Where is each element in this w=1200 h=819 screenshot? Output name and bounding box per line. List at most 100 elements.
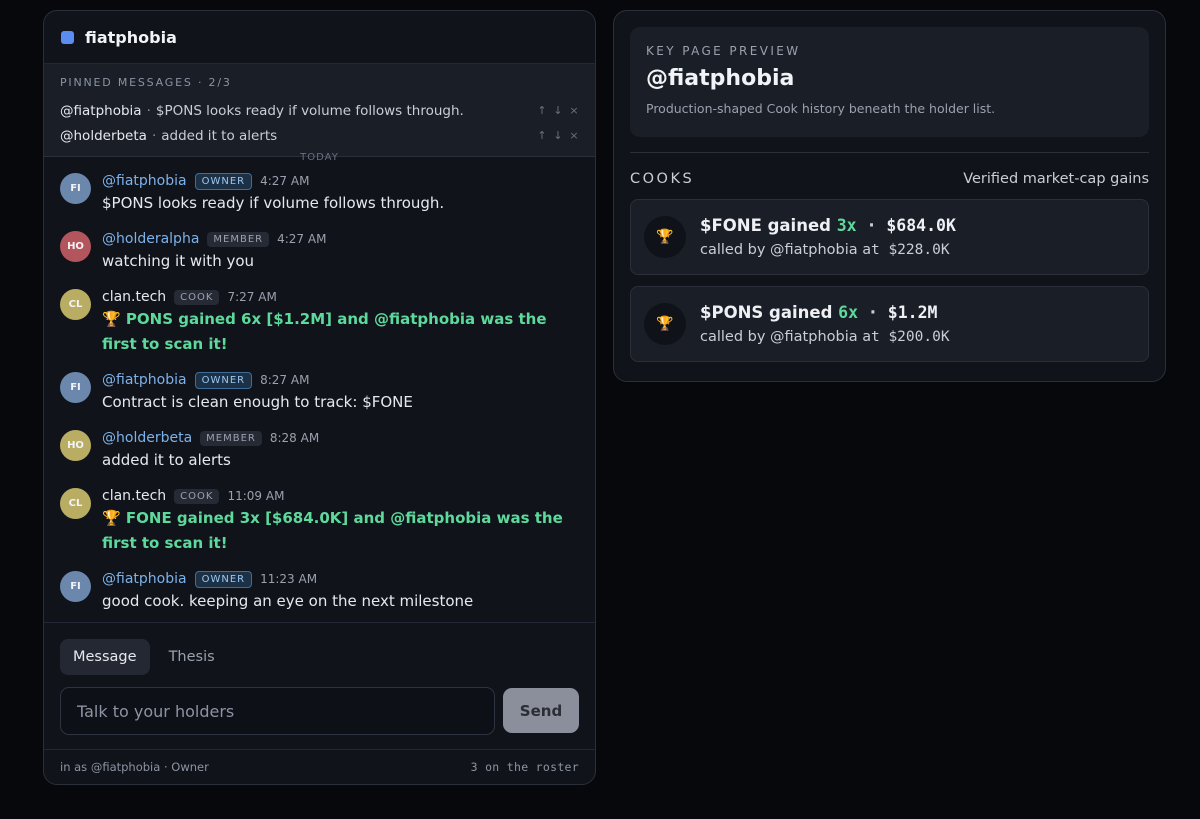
message-body: clan.tech COOK 7:27 AM 🏆 PONS gained 6x [$1… bbox=[102, 287, 579, 357]
message-meta: @holderalpha MEMBER 4:27 AM bbox=[102, 229, 579, 249]
role-badge: COOK bbox=[174, 289, 220, 305]
message-text: 🏆 FONE gained 3x [$684.0K] and @fiatphob… bbox=[102, 509, 563, 552]
role-badge: MEMBER bbox=[200, 430, 262, 446]
role-badge: COOK bbox=[174, 488, 220, 504]
channel-name: fiatphobia bbox=[85, 27, 177, 47]
message-item: FI @fiatphobia OWNER 4:27 AM $PONS looks rea… bbox=[60, 171, 579, 216]
message-meta: clan.tech COOK 11:09 AM bbox=[102, 486, 579, 506]
message-body: @fiatphobia OWNER 11:23 AM good cook. keepi… bbox=[102, 569, 579, 614]
message-item: FI @fiatphobia OWNER 8:27 AM Contract is cle… bbox=[60, 370, 579, 415]
cook-card[interactable]: 🏆 $PONS gained 6x · $1.2M called by @fia… bbox=[630, 286, 1149, 362]
cook-multiple: 6x bbox=[838, 303, 859, 322]
cook-called-by: called by @fiatphobia bbox=[700, 242, 858, 258]
cook-details: $FONE gained 3x · $684.0K called by @fia… bbox=[700, 216, 956, 258]
close-icon[interactable]: × bbox=[569, 129, 579, 142]
divider bbox=[630, 152, 1149, 153]
day-divider: TODAY bbox=[300, 152, 339, 163]
cook-caller: called by @fiatphobia at $200.0K bbox=[700, 329, 950, 345]
message-item: HO @holderbeta MEMBER 8:28 AM added it to al… bbox=[60, 428, 579, 473]
message-meta: clan.tech COOK 7:27 AM bbox=[102, 287, 579, 307]
cook-headline: $FONE gained 3x · $684.0K bbox=[700, 216, 956, 235]
preview-hero: KEY PAGE PREVIEW @fiatphobia Production-… bbox=[630, 27, 1149, 137]
cook-call-price: at $200.0K bbox=[862, 329, 950, 345]
message-author[interactable]: @holderbeta bbox=[102, 430, 192, 446]
cook-details: $PONS gained 6x · $1.2M called by @fiatp… bbox=[700, 303, 950, 345]
message-meta: @fiatphobia OWNER 11:23 AM bbox=[102, 569, 579, 589]
pinned-text: $PONS looks ready if volume follows thro… bbox=[155, 102, 464, 119]
pinned-controls: ↑ ↓ × bbox=[537, 104, 579, 117]
message-item: HO @holderalpha MEMBER 4:27 AM watching it w… bbox=[60, 229, 579, 274]
avatar[interactable]: FI bbox=[60, 372, 91, 403]
avatar[interactable]: HO bbox=[60, 430, 91, 461]
channel-color-icon bbox=[61, 30, 74, 44]
message-text: 🏆 PONS gained 6x [$1.2M] and @fiatphobia… bbox=[102, 310, 547, 353]
cooks-title: COOKS bbox=[630, 171, 695, 187]
role-badge: OWNER bbox=[194, 570, 253, 588]
trophy-icon: 🏆 bbox=[644, 303, 686, 345]
message-author[interactable]: @holderalpha bbox=[102, 231, 199, 247]
pinned-item[interactable]: @fiatphobia · $PONS looks ready if volum… bbox=[60, 98, 579, 123]
message-time: 7:27 AM bbox=[227, 290, 277, 304]
cook-call-price: at $228.0K bbox=[862, 242, 950, 258]
move-up-icon[interactable]: ↑ bbox=[537, 129, 547, 142]
message-author[interactable]: @fiatphobia bbox=[102, 173, 187, 189]
move-down-icon[interactable]: ↓ bbox=[553, 129, 563, 142]
message-author[interactable]: @fiatphobia bbox=[102, 571, 187, 587]
cook-called-by: called by @fiatphobia bbox=[700, 329, 858, 345]
message-body: clan.tech COOK 11:09 AM 🏆 FONE gained 3x [$… bbox=[102, 486, 579, 556]
preview-subtitle: Production-shaped Cook history beneath t… bbox=[646, 101, 996, 116]
avatar[interactable]: FI bbox=[60, 571, 91, 602]
cook-separator: · bbox=[868, 216, 875, 235]
pinned-separator: · bbox=[151, 127, 157, 144]
message-body: @holderbeta MEMBER 8:28 AM added it to aler… bbox=[102, 428, 579, 473]
avatar[interactable]: FI bbox=[60, 173, 91, 204]
message-input[interactable]: Talk to your holders bbox=[60, 687, 495, 735]
pinned-author: @fiatphobia bbox=[60, 102, 142, 119]
move-up-icon[interactable]: ↑ bbox=[537, 104, 547, 117]
avatar[interactable]: HO bbox=[60, 231, 91, 262]
preview-title: @fiatphobia bbox=[646, 66, 795, 91]
close-icon[interactable]: × bbox=[569, 104, 579, 117]
cooks-header: COOKS Verified market-cap gains bbox=[630, 171, 1149, 187]
message-list[interactable]: FI @fiatphobia OWNER 4:27 AM $PONS looks rea… bbox=[44, 157, 595, 622]
message-time: 8:28 AM bbox=[269, 431, 320, 445]
preview-kicker: KEY PAGE PREVIEW bbox=[646, 44, 801, 58]
message-body: @fiatphobia OWNER 8:27 AM Contract is clean… bbox=[102, 370, 579, 415]
message-author[interactable]: @fiatphobia bbox=[102, 372, 187, 388]
message-body: @fiatphobia OWNER 4:27 AM $PONS looks ready… bbox=[102, 171, 579, 216]
message-author[interactable]: clan.tech bbox=[102, 488, 166, 504]
chat-panel: fiatphobia PINNED MESSAGES · 2/3 @fiatph… bbox=[43, 10, 596, 785]
tab-thesis[interactable]: Thesis bbox=[156, 639, 228, 675]
trophy-icon: 🏆 bbox=[644, 216, 686, 258]
avatar[interactable]: CL bbox=[60, 488, 91, 519]
pinned-item[interactable]: @holderbeta · added it to alerts ↑ ↓ × bbox=[60, 123, 579, 148]
move-down-icon[interactable]: ↓ bbox=[553, 104, 563, 117]
message-text: Contract is clean enough to track: $FONE bbox=[102, 393, 413, 411]
pinned-messages: PINNED MESSAGES · 2/3 @fiatphobia · $PON… bbox=[44, 64, 595, 163]
cook-token: $FONE gained bbox=[700, 216, 831, 235]
cook-caller: called by @fiatphobia at $228.0K bbox=[700, 242, 956, 258]
pinned-title: PINNED MESSAGES · 2/3 bbox=[60, 76, 232, 89]
pinned-separator: · bbox=[146, 102, 151, 119]
composer-input-row: Talk to your holders Send bbox=[44, 675, 595, 735]
message-time: 8:27 AM bbox=[260, 373, 310, 387]
cook-mcap: $684.0K bbox=[886, 216, 956, 235]
role-badge: MEMBER bbox=[207, 231, 270, 247]
tab-message[interactable]: Message bbox=[60, 639, 150, 675]
role-badge: OWNER bbox=[194, 371, 253, 389]
cook-headline: $PONS gained 6x · $1.2M bbox=[700, 303, 950, 322]
composer: Message Thesis Talk to your holders Send bbox=[44, 622, 595, 750]
message-body: @holderalpha MEMBER 4:27 AM watching it wit… bbox=[102, 229, 579, 274]
message-author[interactable]: clan.tech bbox=[102, 289, 166, 305]
avatar[interactable]: CL bbox=[60, 289, 91, 320]
message-meta: @fiatphobia OWNER 8:27 AM bbox=[102, 370, 579, 390]
send-button[interactable]: Send bbox=[503, 688, 579, 733]
cook-separator: · bbox=[869, 303, 877, 322]
message-time: 11:09 AM bbox=[227, 489, 285, 503]
cook-card[interactable]: 🏆 $FONE gained 3x · $684.0K called by @f… bbox=[630, 199, 1149, 275]
key-page-preview: KEY PAGE PREVIEW @fiatphobia Production-… bbox=[613, 10, 1166, 382]
message-item: FI @fiatphobia OWNER 11:23 AM good cook. kee… bbox=[60, 569, 579, 614]
chat-footer: in as @fiatphobia · Owner 3 on the roste… bbox=[44, 749, 595, 784]
message-time: 11:23 AM bbox=[260, 572, 318, 586]
chat-header: fiatphobia bbox=[44, 11, 595, 64]
